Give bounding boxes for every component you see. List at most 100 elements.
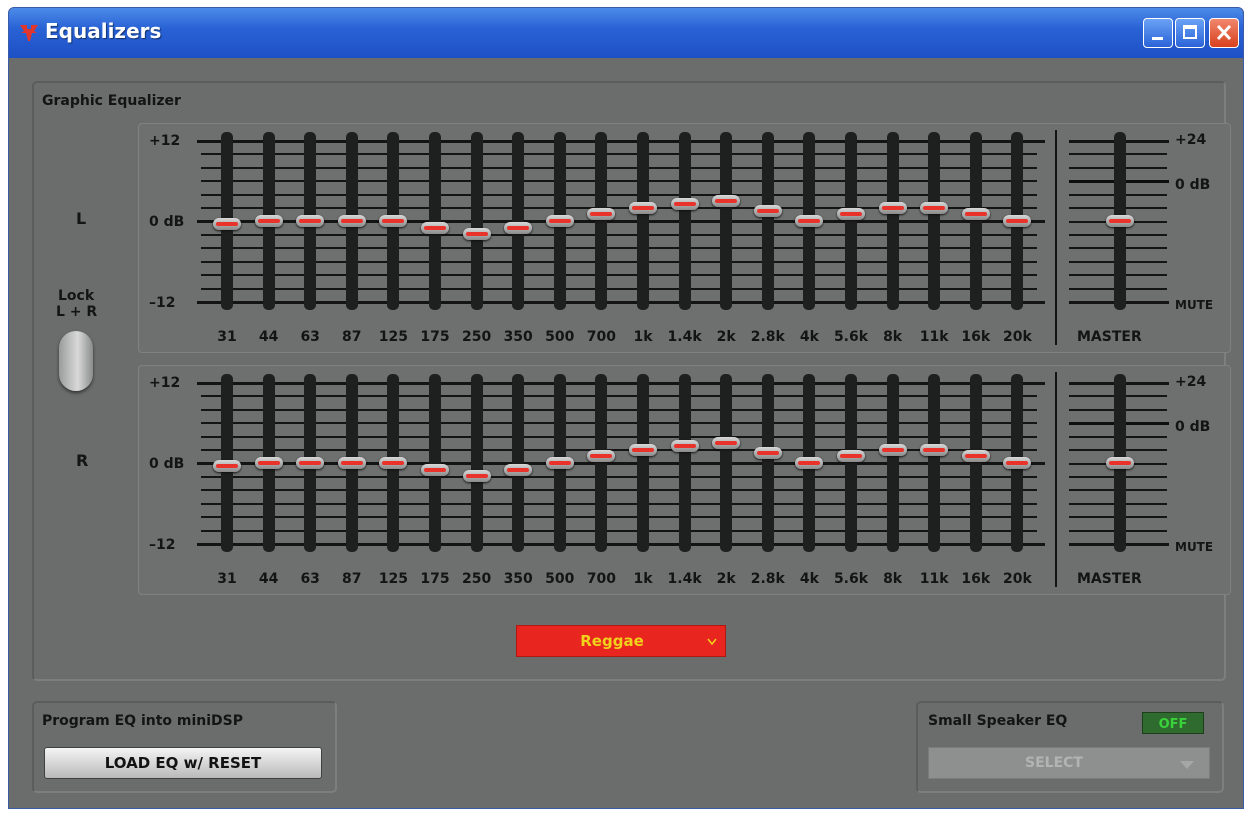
- right-slider-knob-2k[interactable]: [712, 436, 741, 449]
- left-slider-knob-500[interactable]: [545, 215, 574, 227]
- right-slider-track-2.8k: [761, 374, 774, 552]
- right-master-label-mute: MUTE: [1175, 540, 1214, 554]
- right-slider-knob-2.8k[interactable]: [753, 446, 782, 459]
- left-slider-knob-87[interactable]: [337, 215, 366, 227]
- right-slider-knob-31[interactable]: [213, 460, 241, 473]
- right-slider-knob-1.4k[interactable]: [670, 440, 699, 453]
- right-minor-gridline: [201, 408, 1037, 411]
- left-slider-knob-8k[interactable]: [878, 201, 907, 214]
- right-slider-track-700: [595, 374, 608, 552]
- left-label-minus12: –12: [149, 295, 176, 311]
- load-eq-reset-button[interactable]: LOAD EQ w/ RESET: [44, 747, 322, 779]
- minimize-button[interactable]: [1143, 18, 1173, 48]
- right-minor-gridline: [201, 489, 1037, 492]
- right-slider-knob-500[interactable]: [545, 457, 574, 469]
- small-speaker-eq-toggle[interactable]: OFF: [1142, 712, 1204, 734]
- right-freq-label-44: 44: [258, 571, 279, 587]
- left-slider-knob-2.8k[interactable]: [753, 204, 782, 217]
- left-freq-label-350: 350: [503, 329, 533, 345]
- right-master-label-plus24: +24: [1175, 374, 1207, 390]
- right-slider-knob-87[interactable]: [337, 457, 366, 469]
- lock-label-line2: L + R: [56, 304, 98, 320]
- right-freq-label-1k: 1k: [633, 571, 653, 587]
- left-master-slider-knob[interactable]: [1106, 215, 1134, 228]
- left-slider-knob-700[interactable]: [587, 208, 616, 221]
- small-speaker-eq-toggle-state: OFF: [1158, 717, 1188, 732]
- right-slider-knob-11k[interactable]: [920, 443, 949, 456]
- left-slider-knob-11k[interactable]: [920, 201, 949, 214]
- right-slider-knob-44[interactable]: [254, 457, 283, 469]
- right-slider-knob-5.6k[interactable]: [837, 450, 865, 463]
- left-minor-gridline: [201, 260, 1037, 263]
- right-slider-knob-16k[interactable]: [961, 450, 990, 463]
- left-master-label-plus24: +24: [1175, 132, 1207, 148]
- close-button[interactable]: [1209, 18, 1239, 48]
- load-eq-reset-label: LOAD EQ w/ RESET: [104, 754, 262, 772]
- left-slider-knob-2k[interactable]: [712, 194, 741, 207]
- right-freq-label-2k: 2k: [716, 571, 736, 587]
- right-slider-track-250: [470, 374, 483, 552]
- left-slider-knob-44[interactable]: [254, 215, 283, 227]
- right-slider-knob-1k[interactable]: [629, 443, 657, 456]
- left-slider-track-8k: [886, 132, 899, 310]
- left-minor-gridline: [201, 233, 1037, 236]
- minimize-icon: [1152, 37, 1163, 40]
- left-slider-knob-31[interactable]: [213, 218, 241, 231]
- right-slider-knob-700[interactable]: [587, 450, 616, 463]
- left-slider-knob-4k[interactable]: [795, 215, 824, 227]
- right-master-name: MASTER: [1077, 571, 1142, 587]
- right-minor-gridline: [201, 435, 1037, 438]
- left-freq-label-1.4k: 1.4k: [667, 329, 702, 345]
- left-slider-knob-175[interactable]: [421, 221, 449, 234]
- right-slider-knob-4k[interactable]: [795, 457, 824, 469]
- left-slider-knob-20k[interactable]: [1003, 215, 1032, 227]
- right-master-slider-knob[interactable]: [1106, 457, 1134, 470]
- right-freq-label-20k: 20k: [1002, 571, 1032, 587]
- right-slider-knob-250[interactable]: [462, 470, 491, 483]
- preset-dropdown[interactable]: Reggae: [516, 625, 726, 657]
- lock-lr-toggle[interactable]: [59, 331, 93, 391]
- right-slider-knob-125[interactable]: [379, 457, 408, 469]
- small-speaker-eq-select[interactable]: SELECT: [928, 747, 1210, 779]
- left-slider-track-1.4k: [678, 132, 691, 310]
- left-minor-gridline: [201, 207, 1037, 210]
- left-freq-label-11k: 11k: [919, 329, 949, 345]
- right-slider-knob-8k[interactable]: [878, 443, 907, 456]
- left-slider-knob-350[interactable]: [504, 221, 533, 234]
- right-slider-knob-350[interactable]: [504, 463, 533, 476]
- right-freq-label-125: 125: [378, 571, 408, 587]
- left-slider-track-2k: [720, 132, 733, 310]
- left-freq-label-20k: 20k: [1002, 329, 1032, 345]
- left-slider-knob-5.6k[interactable]: [837, 208, 865, 221]
- title-bar[interactable]: Equalizers: [9, 8, 1243, 58]
- graphic-equalizer-group: Graphic Equalizer Lock L + R L +12 0 dB …: [32, 81, 1231, 681]
- left-slider-track-16k: [969, 132, 982, 310]
- right-slider-knob-63[interactable]: [296, 457, 325, 469]
- right-freq-label-175: 175: [420, 571, 450, 587]
- maximize-button[interactable]: [1175, 18, 1205, 48]
- right-freq-label-8k: 8k: [883, 571, 903, 587]
- left-slider-knob-250[interactable]: [462, 228, 491, 241]
- app-logo-icon: [20, 25, 38, 41]
- left-slider-track-1k: [637, 132, 649, 310]
- right-slider-track-1k: [637, 374, 649, 552]
- left-slider-knob-63[interactable]: [296, 215, 325, 227]
- right-major-gridline: [197, 462, 1045, 465]
- left-slider-knob-16k[interactable]: [961, 208, 990, 221]
- right-major-gridline: [197, 542, 1045, 546]
- left-slider-knob-125[interactable]: [379, 215, 408, 227]
- left-master-label-0db: 0 dB: [1175, 177, 1211, 193]
- left-channel-eq: +12 0 dB –12 +24 0 dB MUTE MASTER 31 44 63…: [138, 123, 1231, 353]
- left-minor-gridline: [201, 193, 1037, 196]
- left-slider-knob-1.4k[interactable]: [670, 198, 699, 211]
- left-label-plus12: +12: [149, 133, 181, 149]
- right-label-minus12: –12: [149, 537, 176, 553]
- left-minor-gridline: [201, 180, 1037, 183]
- right-slider-knob-175[interactable]: [421, 463, 449, 476]
- right-minor-gridline: [201, 516, 1037, 519]
- window-title: Equalizers: [45, 19, 162, 43]
- right-slider-knob-20k[interactable]: [1003, 457, 1032, 469]
- left-minor-gridline: [201, 287, 1037, 290]
- right-freq-label-63: 63: [300, 571, 320, 587]
- left-slider-knob-1k[interactable]: [629, 201, 657, 214]
